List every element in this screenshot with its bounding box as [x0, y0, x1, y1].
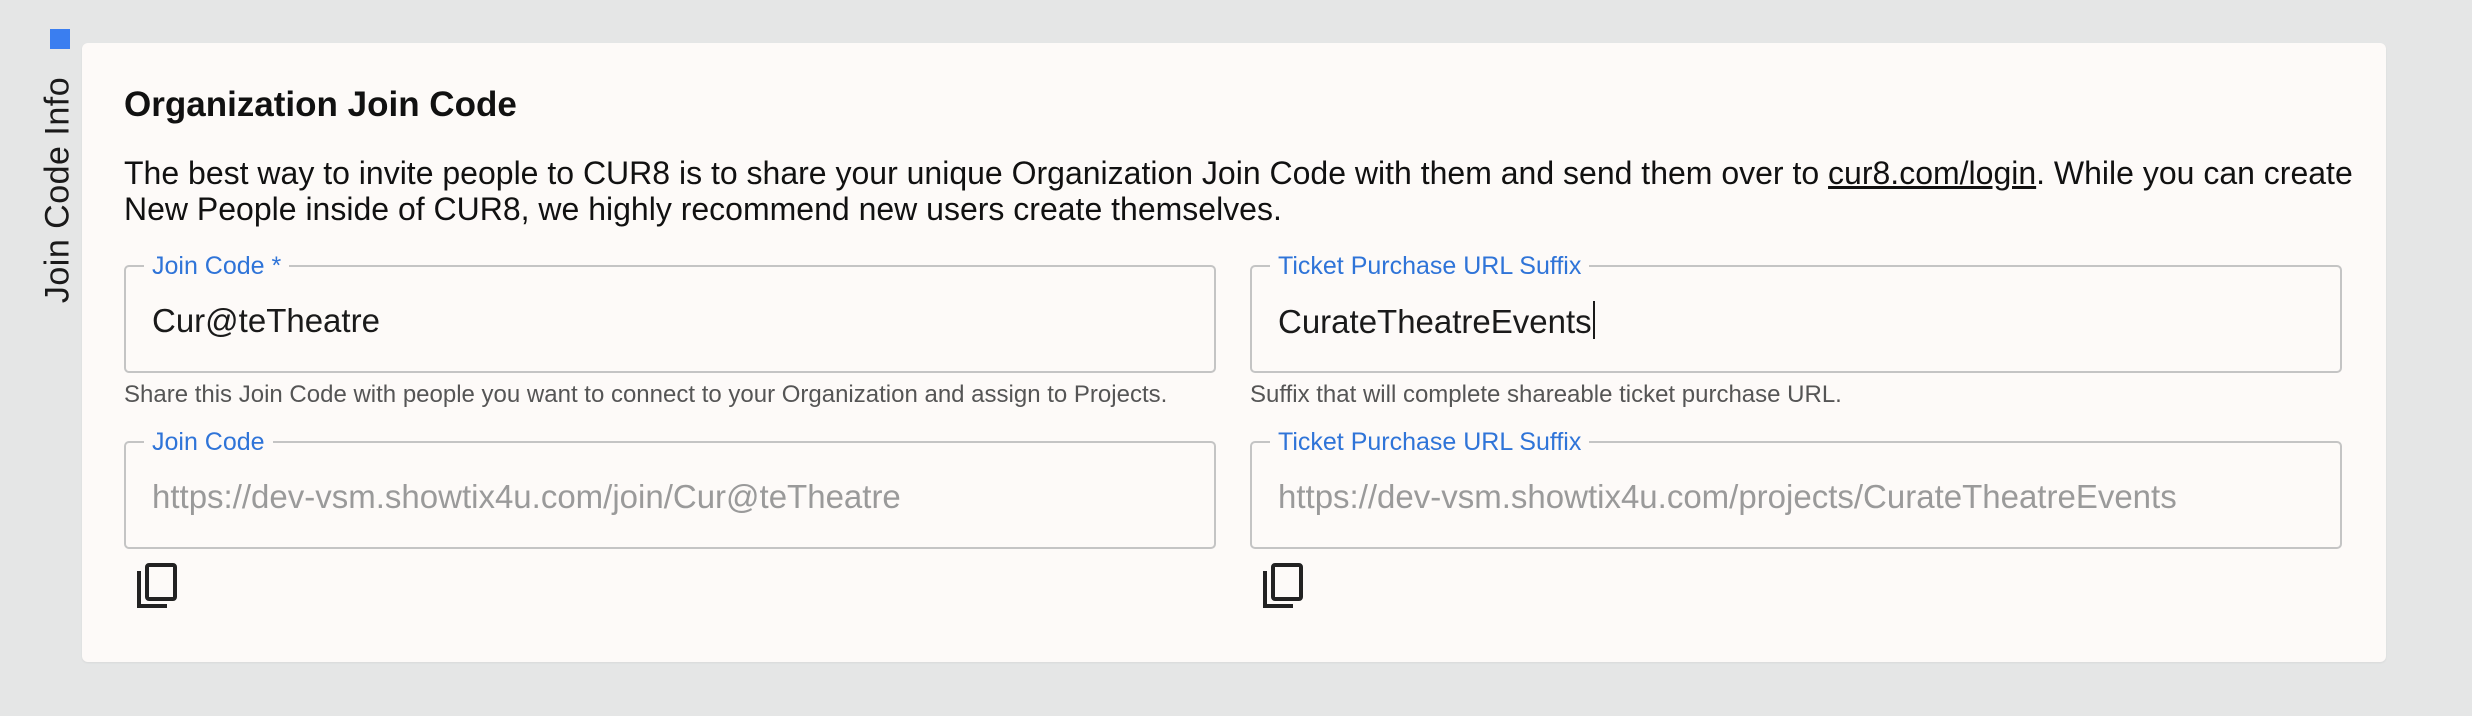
join-code-value: Cur@teTheatre [152, 302, 380, 339]
join-code-card: Organization Join Code The best way to i… [82, 43, 2386, 662]
ticket-suffix-input[interactable]: Ticket Purchase URL Suffix CurateTheatre… [1250, 251, 2342, 373]
join-url-label: Join Code [144, 427, 273, 457]
copy-join-url-button[interactable] [129, 558, 185, 614]
ticket-suffix-helper: Suffix that will complete shareable tick… [1250, 381, 1842, 408]
ticket-url-value: https://dev-vsm.showtix4u.com/projects/C… [1278, 478, 2177, 515]
ticket-url-field[interactable]: Ticket Purchase URL Suffix https://dev-v… [1250, 427, 2342, 549]
login-link[interactable]: cur8.com/login [1828, 155, 2036, 191]
section-marker [50, 29, 70, 49]
section-side-label: Join Code Info [38, 76, 77, 304]
text-caret [1592, 301, 1595, 339]
ticket-suffix-value-wrap: CurateTheatreEvents [1278, 301, 1595, 342]
intro-text-before: The best way to invite people to CUR8 is… [124, 155, 1829, 191]
join-url-value: https://dev-vsm.showtix4u.com/join/Cur@t… [152, 478, 901, 515]
copy-ticket-url-button[interactable] [1255, 558, 1311, 614]
join-code-label: Join Code * [144, 251, 290, 281]
copy-icon [1263, 563, 1303, 608]
ticket-suffix-value: CurateTheatreEvents [1278, 303, 1592, 340]
intro-text: The best way to invite people to CUR8 is… [124, 155, 2354, 227]
ticket-suffix-label: Ticket Purchase URL Suffix [1270, 251, 1590, 281]
copy-icon [137, 563, 177, 608]
join-code-helper: Share this Join Code with people you wan… [124, 381, 1168, 408]
ticket-url-label: Ticket Purchase URL Suffix [1270, 427, 1590, 457]
join-code-input[interactable]: Join Code * Cur@teTheatre [124, 251, 1216, 373]
join-url-field[interactable]: Join Code https://dev-vsm.showtix4u.com/… [124, 427, 1216, 549]
card-title: Organization Join Code [124, 85, 517, 124]
